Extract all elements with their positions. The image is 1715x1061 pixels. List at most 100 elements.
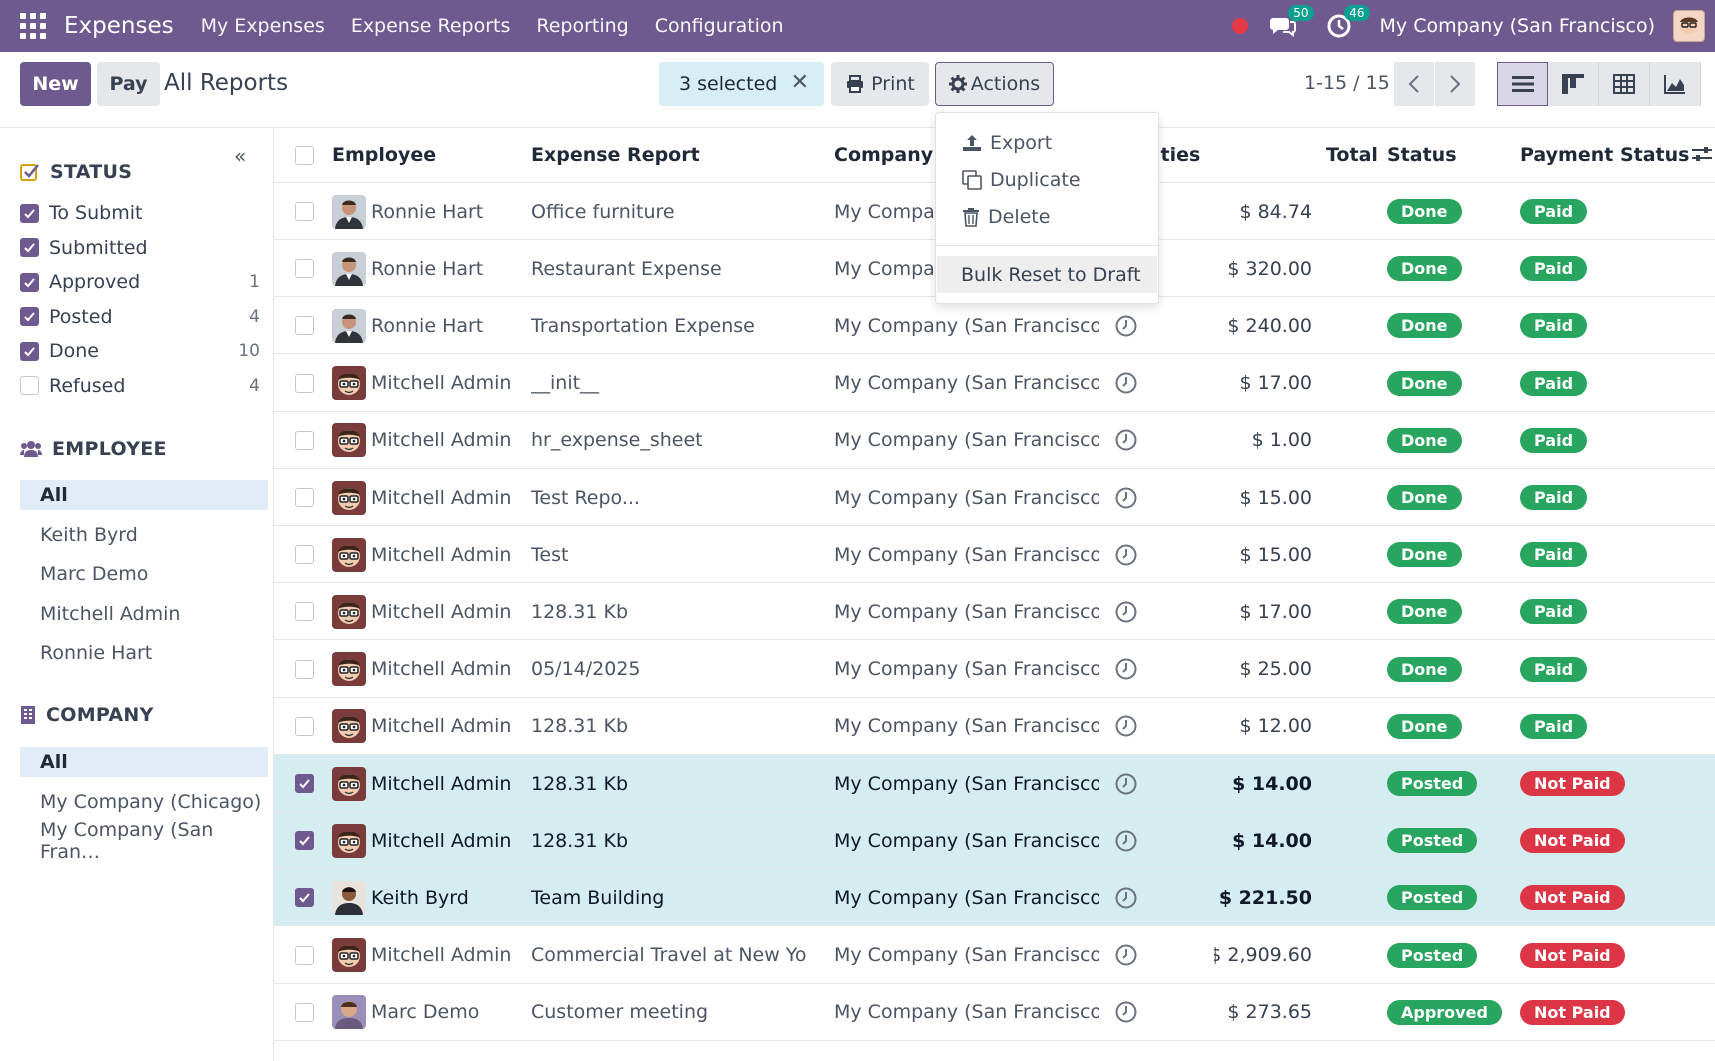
export-menu-item[interactable]: Export (962, 128, 1052, 158)
activity-clock-icon[interactable] (1114, 927, 1138, 984)
status-filter-to-submit[interactable]: To Submit (20, 198, 260, 228)
column-employee[interactable]: Employee (332, 144, 436, 166)
row-checkbox[interactable] (295, 774, 314, 793)
status-filter-checkbox[interactable] (20, 203, 39, 223)
row-checkbox[interactable] (295, 430, 314, 450)
employee-filter-item[interactable]: Marc Demo (20, 559, 268, 589)
column-status[interactable]: Status (1387, 144, 1457, 166)
pay-button[interactable]: Pay (97, 62, 160, 106)
recording-dot-icon[interactable] (1231, 18, 1248, 34)
activity-clock-icon[interactable] (1114, 984, 1138, 1041)
clear-selection-icon[interactable]: ✕ (791, 70, 809, 95)
activity-clock-icon[interactable] (1114, 812, 1138, 869)
employee-cell[interactable]: Ronnie Hart (332, 183, 483, 240)
new-button[interactable]: New (20, 62, 91, 106)
row-checkbox[interactable] (295, 545, 314, 565)
row-checkbox[interactable] (295, 1002, 314, 1022)
table-row[interactable]: Mitchell Admin __init__ My Company (San Fr… (274, 355, 1715, 412)
employee-cell[interactable]: Mitchell Admin (332, 927, 511, 984)
employee-cell[interactable]: Mitchell Admin (332, 526, 511, 583)
row-checkbox[interactable] (295, 659, 314, 679)
status-filter-checkbox[interactable] (20, 341, 39, 361)
collapse-sidebar-icon[interactable]: « (234, 144, 246, 168)
print-button[interactable]: Print (831, 62, 929, 106)
employee-cell[interactable]: Mitchell Admin (332, 355, 511, 412)
status-filter-approved[interactable]: Approved 1 (20, 267, 260, 297)
employee-filter-item[interactable]: Ronnie Hart (20, 638, 268, 668)
table-row[interactable]: Ronnie Hart Transportation Expense My Comp… (274, 297, 1715, 355)
activity-clock-icon[interactable] (1114, 526, 1138, 583)
row-checkbox[interactable] (295, 259, 314, 279)
table-row[interactable]: Marc Demo Customer meeting My Company (San… (274, 984, 1715, 1041)
activity-clock-icon[interactable] (1114, 469, 1138, 526)
row-checkbox[interactable] (295, 602, 314, 622)
column-activities[interactable]: ities (1154, 144, 1200, 166)
table-row[interactable]: Mitchell Admin 128.31 Kb My Company (San F… (274, 755, 1715, 812)
row-checkbox[interactable] (295, 831, 314, 851)
table-row[interactable]: Mitchell Admin 128.31 Kb My Company (San F… (274, 583, 1715, 641)
row-checkbox[interactable] (295, 716, 314, 736)
apps-grid-icon[interactable] (20, 13, 46, 39)
table-row[interactable]: Keith Byrd Team Building My Company (San F… (274, 869, 1715, 927)
employee-cell[interactable]: Keith Byrd (332, 869, 469, 926)
company-switcher[interactable]: My Company (San Francisco) (1380, 15, 1655, 37)
employee-filter-item[interactable]: All (20, 480, 268, 510)
list-view-button[interactable] (1497, 62, 1548, 106)
bulk-reset-to-draft-menu-item[interactable]: Bulk Reset to Draft (937, 256, 1157, 293)
menu-configuration[interactable]: Configuration (655, 15, 784, 37)
table-row[interactable]: Mitchell Admin Commercial Travel at New Y… (274, 927, 1715, 984)
table-row[interactable]: Mitchell Admin hr_expense_sheet My Company… (274, 412, 1715, 469)
table-row[interactable]: Mitchell Admin Test Repo... My Company (Sa… (274, 469, 1715, 526)
menu-my-expenses[interactable]: My Expenses (201, 15, 325, 37)
employee-cell[interactable]: Marc Demo (332, 984, 479, 1041)
company-filter-item[interactable]: All (20, 747, 268, 777)
select-all-checkbox[interactable] (295, 146, 314, 165)
activity-clock-icon[interactable] (1114, 412, 1138, 469)
employee-cell[interactable]: Mitchell Admin (332, 698, 511, 755)
selection-indicator[interactable]: 3 selected ✕ (659, 62, 824, 106)
column-company[interactable]: Company (834, 144, 933, 166)
activity-clock-icon[interactable] (1114, 869, 1138, 926)
column-payment-status[interactable]: Payment Status (1520, 144, 1689, 166)
table-row[interactable]: Mitchell Admin 05/14/2025 My Company (San … (274, 641, 1715, 698)
status-filter-checkbox[interactable] (20, 272, 39, 292)
pager-next-button[interactable] (1435, 62, 1475, 106)
actions-button[interactable]: Actions (935, 62, 1054, 106)
employee-cell[interactable]: Mitchell Admin (332, 583, 511, 640)
pager-previous-button[interactable] (1394, 62, 1434, 106)
activity-clock-icon[interactable] (1114, 755, 1138, 812)
employee-cell[interactable]: Mitchell Admin (332, 469, 511, 526)
employee-filter-item[interactable]: Mitchell Admin (20, 599, 268, 629)
delete-menu-item[interactable]: Delete (962, 202, 1050, 232)
row-checkbox[interactable] (295, 316, 314, 336)
activity-clock-icon[interactable] (1114, 355, 1138, 412)
duplicate-menu-item[interactable]: Duplicate (962, 165, 1081, 195)
optional-columns-icon[interactable] (1692, 144, 1712, 169)
employee-cell[interactable]: Ronnie Hart (332, 297, 483, 354)
company-filter-item[interactable]: My Company (Chicago) (20, 787, 268, 817)
status-filter-checkbox[interactable] (20, 376, 39, 395)
table-row[interactable]: Mitchell Admin 128.31 Kb My Company (San F… (274, 812, 1715, 870)
status-filter-posted[interactable]: Posted 4 (20, 302, 260, 332)
menu-expense-reports[interactable]: Expense Reports (351, 15, 511, 37)
table-row[interactable]: Mitchell Admin 128.31 Kb My Company (San F… (274, 698, 1715, 755)
user-avatar[interactable] (1673, 10, 1705, 42)
column-total[interactable]: Total (1326, 144, 1378, 166)
row-checkbox[interactable] (295, 888, 314, 908)
row-checkbox[interactable] (295, 373, 314, 393)
row-checkbox[interactable] (295, 202, 314, 221)
activity-clock-icon[interactable] (1114, 297, 1138, 354)
status-filter-checkbox[interactable] (20, 307, 39, 326)
employee-cell[interactable]: Ronnie Hart (332, 240, 483, 297)
activity-clock-icon[interactable] (1114, 583, 1138, 640)
row-checkbox[interactable] (295, 488, 314, 507)
employee-cell[interactable]: Mitchell Admin (332, 412, 511, 469)
status-filter-checkbox[interactable] (20, 238, 39, 257)
activity-clock-icon[interactable] (1114, 641, 1138, 698)
employee-cell[interactable]: Mitchell Admin (332, 641, 511, 698)
app-name[interactable]: Expenses (64, 13, 174, 39)
column-expense-report[interactable]: Expense Report (531, 144, 700, 166)
row-checkbox[interactable] (295, 945, 314, 965)
activity-clock-icon[interactable] (1114, 698, 1138, 755)
employee-filter-item[interactable]: Keith Byrd (20, 520, 268, 550)
